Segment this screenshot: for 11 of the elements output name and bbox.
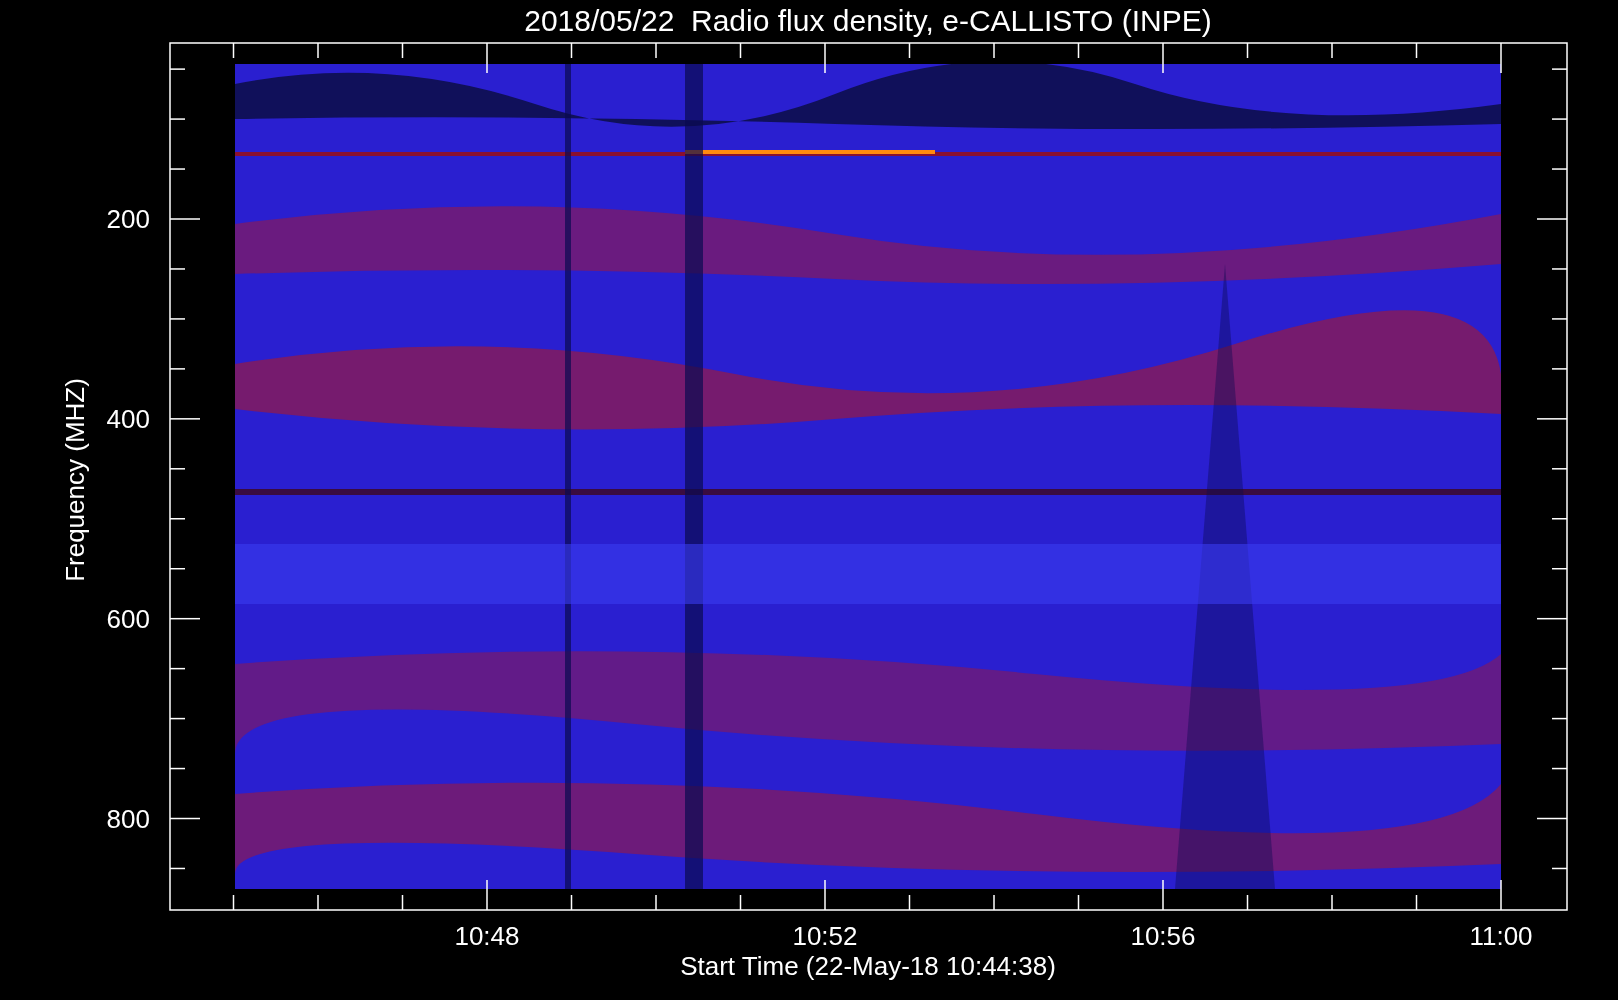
axis-label: Frequency (MHZ) [60,378,90,582]
tick-label: 800 [106,803,150,834]
tick-label: 200 [106,204,150,234]
tick-label: 11:00 [1469,921,1533,951]
tick-label: 10:48 [454,921,520,951]
axis-label: Start Time (22-May-18 10:44:38) [680,951,1056,981]
tick-label: 400 [106,403,150,434]
tick-label: 600 [106,603,150,634]
tick-label: 10:56 [1130,921,1196,951]
tick-label: 10:52 [792,921,858,951]
chart-title: 2018/05/22 Radio flux density, e-CALLISTO (INPE) [524,4,1212,37]
